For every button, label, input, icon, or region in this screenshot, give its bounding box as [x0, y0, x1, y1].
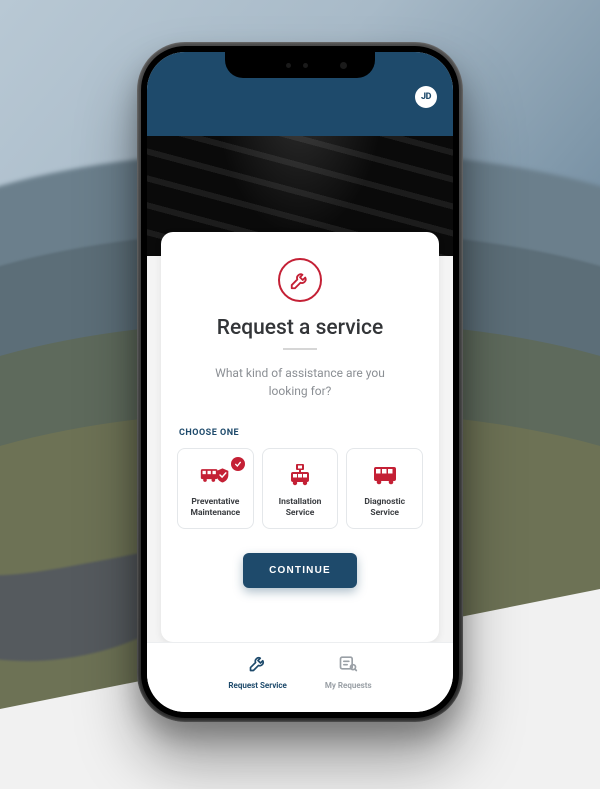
option-installation-service[interactable]: InstallationService [262, 448, 339, 529]
request-card: Request a service What kind of assistanc… [161, 232, 439, 642]
option-preventative-maintenance[interactable]: PreventativeMaintenance [177, 448, 254, 529]
continue-button[interactable]: CONTINUE [243, 553, 357, 588]
check-icon [231, 457, 245, 471]
option-diagnostic-service[interactable]: DiagnosticService [346, 448, 423, 529]
brand-badge: JD [415, 86, 437, 108]
choose-one-label: CHOOSE ONE [177, 428, 239, 438]
device-notch [225, 52, 375, 78]
page-title: Request a service [217, 316, 383, 340]
phone-frame: JD Request a service What kind of assist… [137, 42, 463, 722]
option-label: InstallationService [279, 497, 322, 518]
tab-label: Request Service [228, 681, 286, 690]
title-underline [283, 348, 317, 350]
requests-icon [338, 653, 358, 677]
bottom-tabbar: Request Service My Requests [147, 642, 453, 712]
bus-shield-icon [200, 461, 230, 489]
option-label: DiagnosticService [364, 497, 405, 518]
option-label: PreventativeMaintenance [191, 497, 241, 518]
bus-diagnostic-icon [372, 461, 398, 489]
tab-request-service[interactable]: Request Service [228, 653, 286, 712]
tab-label: My Requests [325, 681, 372, 690]
wrench-icon [248, 653, 268, 677]
page-subtitle: What kind of assistance are you looking … [210, 364, 390, 400]
service-options: PreventativeMaintenance [177, 448, 423, 529]
app-screen: JD Request a service What kind of assist… [147, 52, 453, 712]
bus-install-icon [287, 461, 313, 489]
wrench-icon [278, 258, 322, 302]
tab-my-requests[interactable]: My Requests [325, 653, 372, 712]
